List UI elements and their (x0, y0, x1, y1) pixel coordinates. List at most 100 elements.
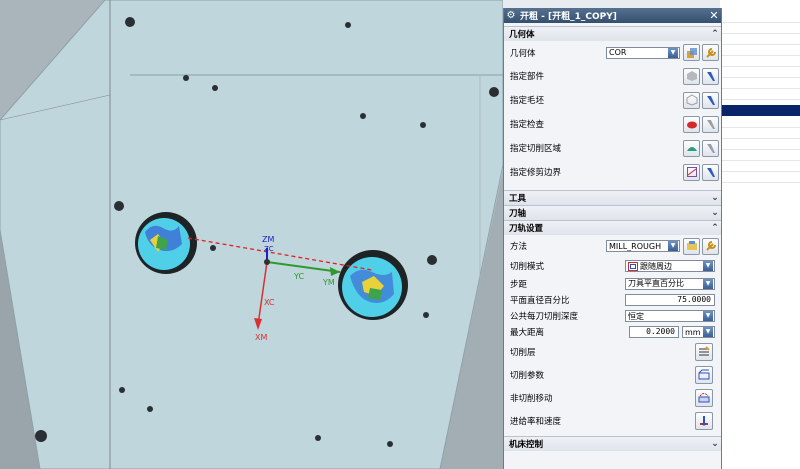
chevron-up-icon[interactable]: ⌃ (709, 223, 721, 233)
gear-icon[interactable]: ⚙ (504, 10, 518, 21)
feeds-speeds-button[interactable] (695, 411, 713, 430)
operation-dialog: ⚙ 开粗 - [开粗_1_COPY] ✕ 几何体 ⌃ 几何体 COR ▼ 指定部… (503, 8, 722, 469)
non-cut-moves-icon (698, 392, 710, 402)
flat-diameter-label: 平面直径百分比 (510, 296, 570, 306)
label-xm: XM (255, 333, 267, 342)
cut-params-label: 切削参数 (510, 370, 545, 381)
max-distance-unit-select[interactable]: mm ▼ (682, 326, 715, 338)
chevron-down-icon[interactable]: ⌄ (709, 193, 721, 203)
row-specify-trim-boundary: 指定修剪边界 (504, 160, 721, 184)
geometry-select-value: COR (609, 48, 627, 57)
row-specify-cut-area: 指定切削区域 (504, 136, 721, 160)
cut-levels-label: 切削层 (510, 347, 536, 358)
select-blank-button[interactable] (683, 91, 700, 109)
common-depth-select[interactable]: 恒定 ▼ (625, 310, 715, 322)
label-ym: YM (322, 278, 335, 287)
cut-pattern-value: 跟随周边 (640, 261, 672, 271)
specify-blank-label: 指定毛坯 (510, 96, 545, 106)
display-part-button[interactable] (702, 67, 719, 85)
feeds-speeds-icon (700, 415, 708, 426)
row-method: 方法 MILL_ROUGH ▼ (504, 235, 721, 257)
specify-cut-area-label: 指定切削区域 (510, 144, 562, 154)
group-axis[interactable]: 刀轴 ⌄ (504, 205, 721, 220)
edit-method-button[interactable] (702, 237, 719, 255)
row-max-distance: 最大距离 0.2000 mm ▼ (504, 324, 721, 340)
select-check-button[interactable] (683, 115, 700, 133)
method-select[interactable]: MILL_ROUGH ▼ (606, 240, 680, 252)
feeds-speeds-label: 进给率和速度 (510, 416, 562, 427)
cut-params-button[interactable] (695, 365, 713, 384)
edit-geometry-button[interactable] (702, 44, 719, 61)
stepover-select[interactable]: 刀具平直百分比 ▼ (625, 277, 715, 290)
group-tool[interactable]: 工具 ⌄ (504, 190, 721, 205)
dialog-title: 开粗 - [开粗_1_COPY] (520, 12, 617, 22)
group-tool-label: 工具 (509, 194, 527, 204)
row-specify-part: 指定部件 (504, 64, 721, 88)
flashlight-icon (706, 96, 715, 105)
flashlight-icon (706, 168, 715, 177)
display-blank-button[interactable] (702, 91, 719, 109)
group-machine-control[interactable]: 机床控制 ⌄ (504, 436, 721, 451)
cut-pattern-select[interactable]: 跟随周边 ▼ (625, 260, 715, 272)
non-cut-moves-label: 非切削移动 (510, 393, 553, 404)
close-icon[interactable]: ✕ (707, 9, 721, 22)
non-cut-moves-button[interactable] (695, 388, 713, 407)
row-cut-params: 切削参数 (504, 363, 721, 386)
chevron-down-icon: ▼ (668, 47, 678, 58)
method-icon (686, 241, 697, 250)
cube-icon (686, 47, 697, 58)
chevron-down-icon[interactable]: ⌄ (709, 439, 721, 449)
chevron-down-icon: ▼ (703, 327, 713, 337)
method-select-value: MILL_ROUGH (609, 241, 662, 251)
row-common-depth: 公共每刀切削深度 恒定 ▼ (504, 308, 721, 324)
part-top-face (0, 0, 504, 469)
max-distance-input[interactable]: 0.2000 (629, 326, 679, 338)
stepover-value: 刀具平直百分比 (628, 279, 684, 288)
group-geometry[interactable]: 几何体 ⌃ (504, 26, 721, 41)
row-feeds-speeds: 进给率和速度 (504, 409, 721, 432)
new-geometry-button[interactable] (683, 44, 700, 61)
label-zc: ZC (264, 245, 274, 253)
specify-trim-boundary-label: 指定修剪边界 (510, 168, 562, 178)
selected-row[interactable] (720, 105, 800, 116)
group-axis-label: 刀轴 (509, 209, 527, 219)
flat-diameter-input[interactable]: 75.0000 (625, 294, 715, 306)
cut-area-icon (686, 147, 697, 151)
common-depth-label: 公共每刀切削深度 (510, 312, 579, 322)
wrench-icon (705, 47, 716, 58)
specify-check-label: 指定检查 (510, 120, 545, 130)
display-check-button[interactable] (702, 115, 719, 133)
chevron-down-icon: ▼ (668, 241, 678, 251)
new-method-button[interactable] (683, 237, 700, 255)
chevron-up-icon[interactable]: ⌃ (709, 29, 721, 39)
common-depth-value: 恒定 (628, 311, 644, 321)
row-stepover: 步距 刀具平直百分比 ▼ (504, 275, 721, 292)
group-machine-control-label: 机床控制 (509, 440, 544, 450)
check-geometry-icon (686, 121, 697, 129)
display-trim-boundary-button[interactable] (702, 163, 719, 181)
chevron-down-icon[interactable]: ⌄ (709, 208, 721, 218)
select-part-button[interactable] (683, 67, 700, 85)
select-cut-area-button[interactable] (683, 139, 700, 157)
cut-levels-button[interactable] (695, 342, 713, 361)
specify-part-label: 指定部件 (510, 72, 545, 82)
group-path-settings[interactable]: 刀轨设置 ⌃ (504, 220, 721, 235)
pocket-right (338, 250, 408, 320)
cut-params-icon (698, 369, 710, 379)
trim-boundary-icon (686, 167, 697, 177)
select-trim-boundary-button[interactable] (683, 163, 700, 181)
row-non-cut-moves: 非切削移动 (504, 386, 721, 409)
dialog-titlebar[interactable]: ⚙ 开粗 - [开粗_1_COPY] ✕ (504, 8, 721, 23)
row-geometry: 几何体 COR ▼ (504, 41, 721, 64)
flashlight-icon (706, 72, 715, 81)
group-path-settings-label: 刀轨设置 (509, 224, 544, 234)
chevron-down-icon: ▼ (703, 278, 713, 289)
row-specify-check: 指定检查 (504, 112, 721, 136)
display-cut-area-button[interactable] (702, 139, 719, 157)
stepover-label: 步距 (510, 279, 528, 290)
navigator-panel (720, 0, 800, 469)
cut-levels-icon (699, 345, 710, 355)
geometry-select[interactable]: COR ▼ (606, 46, 680, 59)
row-cut-pattern: 切削模式 跟随周边 ▼ (504, 257, 721, 275)
max-distance-label: 最大距离 (510, 328, 545, 338)
